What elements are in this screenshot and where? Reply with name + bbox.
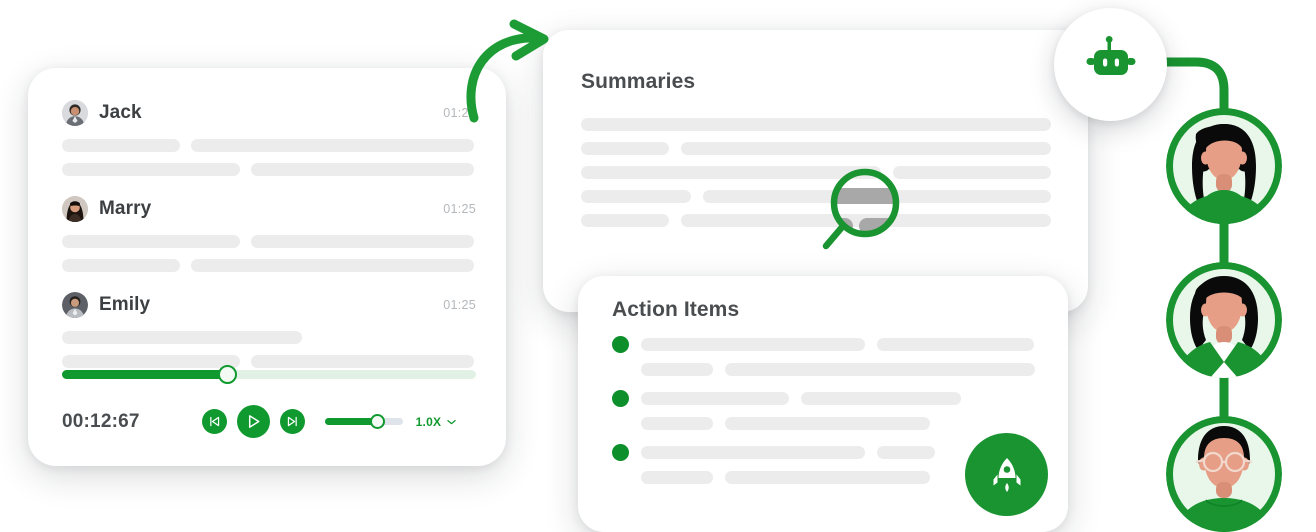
skeleton-bar: [681, 142, 1051, 155]
speaker-name: Emily: [99, 294, 151, 315]
speaker-header: Marry 01:25: [62, 194, 476, 224]
summaries-card: Summaries: [543, 30, 1088, 312]
skeleton-row: [62, 259, 476, 272]
skeleton-row: [62, 331, 476, 344]
skeleton-bar: [725, 417, 930, 430]
skeleton-row: [581, 166, 1058, 179]
skeleton-row: [581, 142, 1058, 155]
skeleton-row: [612, 390, 1040, 407]
skeleton-bar: [703, 190, 1051, 203]
speaker-header: Jack 01:25: [62, 98, 476, 128]
skip-forward-icon[interactable]: [279, 409, 305, 434]
skeleton-row: [62, 235, 476, 248]
speaker-timestamp: 01:25: [443, 202, 476, 216]
avatar-man-glasses-icon[interactable]: [1166, 416, 1282, 532]
player-controls: 00:12:67 1.0X: [62, 405, 476, 438]
skeleton-bar: [641, 446, 865, 459]
illustration-stage: Jack 01:25 Marry 01:25 Emily 01:25 00:12…: [0, 0, 1316, 532]
transport-controls: [201, 405, 305, 438]
skeleton-bar: [877, 338, 1034, 351]
skeleton-bar: [681, 214, 1051, 227]
action-item[interactable]: [612, 336, 1040, 376]
skeleton-bar: [62, 139, 180, 152]
skeleton-row: [641, 417, 1040, 430]
speed-handle[interactable]: [370, 414, 386, 429]
skeleton-row: [581, 214, 1058, 227]
skeleton-bar: [62, 331, 302, 344]
avatar-marry-icon: [62, 196, 88, 222]
skeleton-bar: [62, 355, 240, 368]
seek-handle[interactable]: [218, 365, 238, 384]
skeleton-bar: [581, 190, 691, 203]
playback-speed-control[interactable]: 1.0X: [324, 414, 457, 429]
skeleton-row: [62, 139, 476, 152]
avatar-jack-icon: [62, 100, 88, 126]
speaker-timestamp: 01:25: [443, 298, 476, 312]
avatar-woman-long-hair-icon[interactable]: [1166, 108, 1282, 224]
avatar-woman-blazer-icon[interactable]: [1166, 262, 1282, 378]
skeleton-bar: [251, 355, 474, 368]
skeleton-bar: [641, 392, 789, 405]
skeleton-bar: [251, 235, 474, 248]
action-items-card: Action Items: [578, 276, 1068, 532]
speaker-name: Marry: [99, 198, 152, 219]
skeleton-row: [581, 190, 1058, 203]
skeleton-bar: [581, 142, 669, 155]
action-item[interactable]: [612, 390, 1040, 430]
speed-slider[interactable]: [324, 414, 403, 429]
skeleton-bar: [62, 163, 240, 176]
skeleton-bar: [877, 446, 935, 459]
skeleton-bar: [801, 392, 961, 405]
audio-player: 00:12:67 1.0X: [28, 365, 506, 466]
skeleton-bar: [725, 363, 1035, 376]
skeleton-bar: [641, 338, 865, 351]
skeleton-row: [62, 355, 476, 368]
skeleton-row: [581, 118, 1058, 131]
bot-badge[interactable]: [1054, 8, 1167, 121]
skeleton-row: [62, 163, 476, 176]
bullet-dot-icon: [612, 336, 629, 353]
skeleton-bar: [581, 118, 1051, 131]
transcript-entry[interactable]: Emily 01:25: [62, 290, 476, 368]
skip-back-icon[interactable]: [201, 409, 227, 434]
skeleton-bar: [641, 417, 713, 430]
transcript-card: Jack 01:25 Marry 01:25 Emily 01:25 00:12…: [28, 68, 506, 466]
summaries-title: Summaries: [581, 70, 696, 93]
skeleton-bar: [62, 259, 180, 272]
chevron-down-icon[interactable]: [447, 419, 456, 425]
transcript-list: Jack 01:25 Marry 01:25 Emily 01:25: [28, 68, 506, 368]
skeleton-bar: [581, 214, 669, 227]
seek-slider[interactable]: [62, 365, 476, 384]
skeleton-bar: [62, 235, 240, 248]
skeleton-bar: [191, 259, 474, 272]
skeleton-bar: [725, 471, 930, 484]
skeleton-row: [612, 336, 1040, 353]
summaries-body: Summaries: [543, 30, 1088, 227]
skeleton-bar: [581, 166, 881, 179]
skeleton-bar: [641, 363, 713, 376]
summaries-skeleton-list: [581, 118, 1058, 227]
speaker-name: Jack: [99, 102, 142, 123]
transcript-entry[interactable]: Jack 01:25: [62, 98, 476, 176]
avatar-emily-icon: [62, 292, 88, 318]
rocket-icon[interactable]: [965, 433, 1048, 516]
skeleton-bar: [191, 139, 474, 152]
speaker-timestamp: 01:25: [443, 106, 476, 120]
play-icon[interactable]: [236, 405, 270, 438]
skeleton-bar: [251, 163, 474, 176]
skeleton-bar: [641, 471, 713, 484]
robot-icon: [1082, 34, 1140, 95]
transcript-entry[interactable]: Marry 01:25: [62, 194, 476, 272]
skeleton-bar: [893, 166, 1051, 179]
elapsed-time: 00:12:67: [62, 410, 140, 432]
skeleton-row: [641, 363, 1040, 376]
bullet-dot-icon: [612, 444, 629, 461]
bullet-dot-icon: [612, 390, 629, 407]
speed-label: 1.0X: [415, 414, 442, 429]
action-items-title: Action Items: [612, 298, 740, 321]
speaker-header: Emily 01:25: [62, 290, 476, 320]
seek-fill: [62, 370, 228, 379]
